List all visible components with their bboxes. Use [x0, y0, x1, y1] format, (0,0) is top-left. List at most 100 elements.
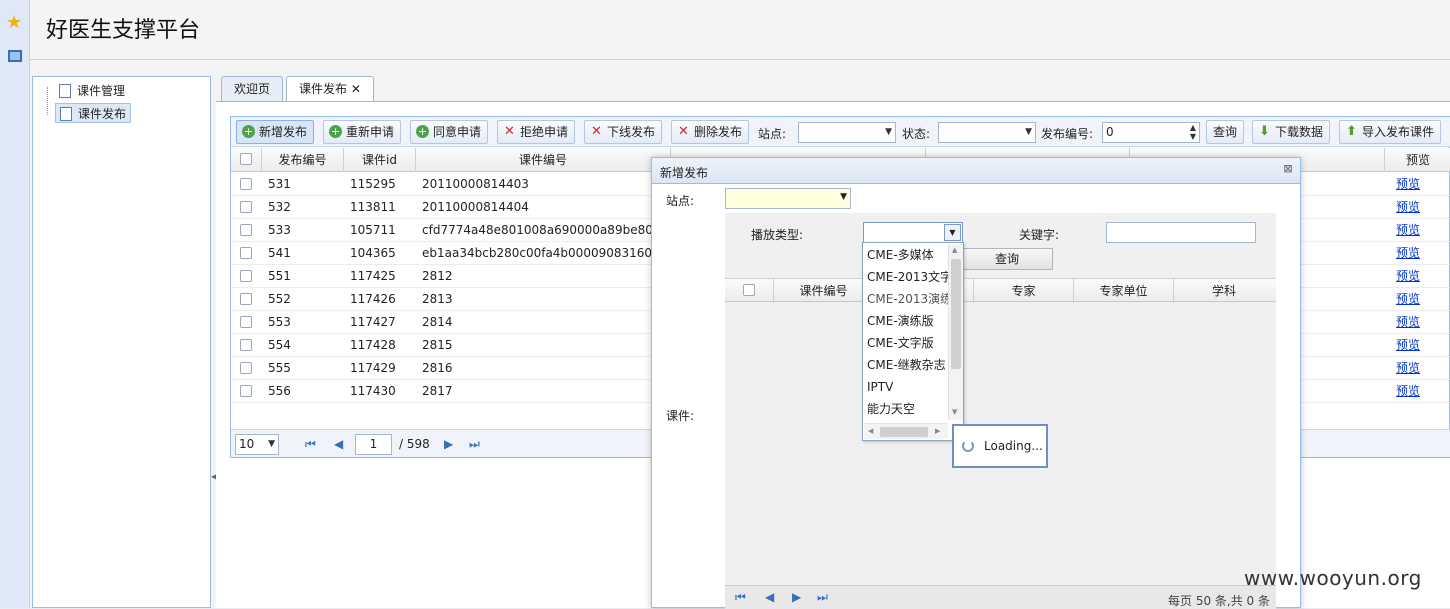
chevron-down-icon[interactable]: ▼	[944, 224, 961, 241]
download-data-button[interactable]: ⬇ 下载数据	[1252, 120, 1331, 144]
row-checkbox[interactable]	[240, 339, 252, 351]
first-page-icon[interactable]: ⏮	[735, 590, 746, 605]
tab-welcome[interactable]: 欢迎页	[221, 76, 284, 102]
button-label: 查询	[1213, 125, 1238, 139]
next-page-icon[interactable]: ▶	[444, 437, 453, 451]
cell-code: 20110000814403	[422, 177, 529, 191]
cell-code: 2814	[422, 315, 453, 329]
row-checkbox[interactable]	[240, 362, 252, 374]
reject-button[interactable]: ✕ 拒绝申请	[497, 120, 576, 144]
dialog-site-label: 站点:	[666, 194, 695, 208]
approve-button[interactable]: + 同意申请	[410, 120, 489, 144]
dropdown-option[interactable]: CME-文字版	[867, 332, 949, 354]
button-label: 重新申请	[346, 125, 395, 139]
stepper-icon: ▲ ▼	[1189, 123, 1196, 141]
page-size-select[interactable]: 10 ▼	[235, 434, 279, 455]
scroll-down-icon[interactable]: ▼	[952, 408, 957, 416]
offline-button[interactable]: ✕ 下线发布	[584, 120, 663, 144]
picker-col-code[interactable]: 课件编号	[774, 279, 874, 303]
reapply-button[interactable]: + 重新申请	[323, 120, 402, 144]
dropdown-option[interactable]: CME-演练版	[867, 310, 949, 332]
cell-cid: 117427	[350, 315, 396, 329]
scroll-left-icon[interactable]: ◀	[868, 427, 873, 435]
col-header-cid[interactable]: 课件id	[344, 148, 416, 172]
close-icon[interactable]: ⊠	[1282, 163, 1294, 175]
col-header-code[interactable]: 课件编号	[416, 148, 671, 172]
query-button[interactable]: 查询	[1206, 120, 1245, 144]
cell-cid: 117429	[350, 361, 396, 375]
preview-link[interactable]: 预览	[1396, 288, 1420, 310]
scroll-thumb[interactable]	[951, 259, 961, 369]
select-all-checkbox[interactable]	[240, 153, 252, 165]
preview-link[interactable]: 预览	[1396, 219, 1420, 241]
picker-select-all-checkbox[interactable]	[743, 284, 755, 296]
play-type-select[interactable]: ▼	[863, 222, 963, 243]
row-checkbox[interactable]	[240, 316, 252, 328]
import-publish-button[interactable]: ⬆ 导入发布课件	[1339, 120, 1442, 144]
download-icon: ⬇	[1259, 124, 1270, 139]
dialog-query-button[interactable]: 查询	[961, 248, 1053, 270]
dropdown-vscrollbar[interactable]: ▲ ▼	[948, 244, 963, 420]
status-select[interactable]: ▼	[938, 122, 1036, 143]
pubno-stepper[interactable]: 0 ▲ ▼	[1102, 122, 1200, 143]
preview-link[interactable]: 预览	[1396, 311, 1420, 333]
first-page-icon[interactable]: ⏮	[305, 437, 316, 452]
keyword-input[interactable]	[1106, 222, 1256, 243]
picker-col-expert[interactable]: 专家	[974, 279, 1074, 303]
star-icon[interactable]: ★	[6, 14, 22, 32]
dropdown-option[interactable]: IPTV	[867, 376, 949, 398]
dialog-site-select[interactable]: ▼	[725, 188, 851, 209]
row-checkbox[interactable]	[240, 385, 252, 397]
add-publish-button[interactable]: + 新增发布	[236, 120, 315, 144]
dropdown-option[interactable]: CME-多媒体	[867, 244, 949, 266]
dropdown-hscrollbar[interactable]: ◀ ▶	[864, 423, 948, 439]
preview-link[interactable]: 预览	[1396, 334, 1420, 356]
add-icon: +	[329, 125, 342, 138]
dropdown-option[interactable]: CME-2013文字	[867, 266, 949, 288]
preview-link[interactable]: 预览	[1396, 265, 1420, 287]
row-checkbox[interactable]	[240, 270, 252, 282]
left-strip: ★	[0, 0, 30, 608]
col-header-preview[interactable]: 预览	[1385, 148, 1450, 172]
courseware-label: 课件:	[666, 409, 695, 423]
preview-link[interactable]: 预览	[1396, 196, 1420, 218]
preview-link[interactable]: 预览	[1396, 380, 1420, 402]
row-checkbox[interactable]	[240, 224, 252, 236]
dropdown-option[interactable]: CME-2013演练	[867, 288, 949, 310]
preview-link[interactable]: 预览	[1396, 173, 1420, 195]
prev-page-icon[interactable]: ◀	[334, 437, 343, 451]
picker-page-summary: 每页 50 条,共 0 条	[1168, 594, 1270, 608]
h-scroll-thumb[interactable]	[880, 427, 928, 437]
last-page-icon[interactable]: ⏭	[817, 590, 828, 605]
scroll-right-icon[interactable]: ▶	[935, 427, 940, 435]
tree-item-courseware-publish[interactable]: 课件发布	[55, 103, 132, 123]
col-header-pubno[interactable]: 发布编号	[262, 148, 344, 172]
scroll-up-icon[interactable]: ▲	[952, 246, 957, 254]
tree-item-courseware-manage[interactable]: 课件管理	[55, 81, 129, 101]
dialog-header[interactable]: 新增发布 ⊠	[652, 158, 1300, 184]
picker-col-subject[interactable]: 学科	[1174, 279, 1274, 303]
prev-page-icon[interactable]: ◀	[765, 590, 774, 604]
row-checkbox[interactable]	[240, 178, 252, 190]
dropdown-option[interactable]: 能力天空	[867, 398, 949, 420]
picker-col-org[interactable]: 专家单位	[1074, 279, 1174, 303]
preview-link[interactable]: 预览	[1396, 357, 1420, 379]
dropdown-option[interactable]: CME-继教杂志	[867, 354, 949, 376]
page-input[interactable]: 1	[355, 434, 392, 455]
row-checkbox[interactable]	[240, 247, 252, 259]
grid-toolbar: + 新增发布 + 重新申请 + 同意申请 ✕ 拒绝申请 ✕ 下线发布 ✕ 删除发布 站点: …	[231, 117, 1450, 147]
tab-courseware-publish[interactable]: 课件发布 ✕	[286, 76, 374, 103]
play-type-dropdown: CME-多媒体 CME-2013文字 CME-2013演练 CME-演练版 CME-文字…	[862, 242, 964, 441]
next-page-icon[interactable]: ▶	[792, 590, 801, 604]
row-checkbox[interactable]	[240, 201, 252, 213]
monitor-icon[interactable]	[8, 50, 22, 62]
upload-icon: ⬆	[1346, 124, 1357, 139]
last-page-icon[interactable]: ⏭	[469, 437, 480, 452]
nav-tree: 课件管理 课件发布	[32, 76, 211, 608]
delete-publish-button[interactable]: ✕ 删除发布	[671, 120, 750, 144]
site-select[interactable]: ▼	[798, 122, 896, 143]
cell-code: 2813	[422, 292, 453, 306]
row-checkbox[interactable]	[240, 293, 252, 305]
preview-link[interactable]: 预览	[1396, 242, 1420, 264]
page-size-value: 10	[239, 437, 255, 451]
